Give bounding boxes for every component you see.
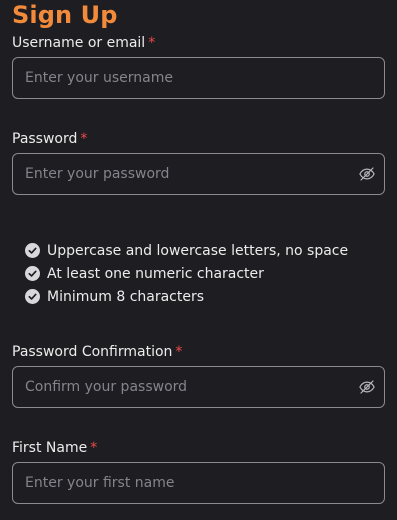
- password-confirmation-label-text: Password Confirmation: [12, 344, 173, 360]
- requirement-text: Minimum 8 characters: [47, 288, 205, 305]
- check-circle-icon: [25, 289, 40, 304]
- page-title: Sign Up: [12, 1, 118, 29]
- required-mark: *: [80, 131, 88, 147]
- password-confirmation-field[interactable]: [12, 366, 385, 408]
- requirement-item: Minimum 8 characters: [25, 285, 348, 308]
- username-label: Username or email *: [12, 34, 155, 52]
- required-mark: *: [148, 35, 156, 51]
- first-name-label: First Name *: [12, 439, 97, 457]
- password-field[interactable]: [12, 153, 385, 195]
- requirement-text: Uppercase and lowercase letters, no spac…: [47, 242, 349, 259]
- eye-off-icon[interactable]: [358, 378, 376, 396]
- password-label: Password *: [12, 130, 87, 148]
- password-requirements: Uppercase and lowercase letters, no spac…: [25, 239, 348, 308]
- password-confirmation-input[interactable]: [13, 367, 384, 407]
- check-circle-icon: [25, 266, 40, 281]
- requirement-item: At least one numeric character: [25, 262, 348, 285]
- password-input[interactable]: [13, 154, 384, 194]
- username-field[interactable]: [12, 57, 385, 99]
- required-mark: *: [175, 344, 183, 360]
- first-name-field[interactable]: [12, 462, 385, 504]
- password-confirmation-label: Password Confirmation *: [12, 343, 182, 361]
- eye-off-icon[interactable]: [358, 165, 376, 183]
- check-circle-icon: [25, 243, 40, 258]
- first-name-input[interactable]: [13, 463, 384, 503]
- requirement-item: Uppercase and lowercase letters, no spac…: [25, 239, 348, 262]
- username-label-text: Username or email: [12, 35, 146, 51]
- required-mark: *: [90, 440, 98, 456]
- username-input[interactable]: [13, 58, 384, 98]
- first-name-label-text: First Name: [12, 440, 88, 456]
- requirement-text: At least one numeric character: [47, 265, 264, 282]
- password-label-text: Password: [12, 131, 78, 147]
